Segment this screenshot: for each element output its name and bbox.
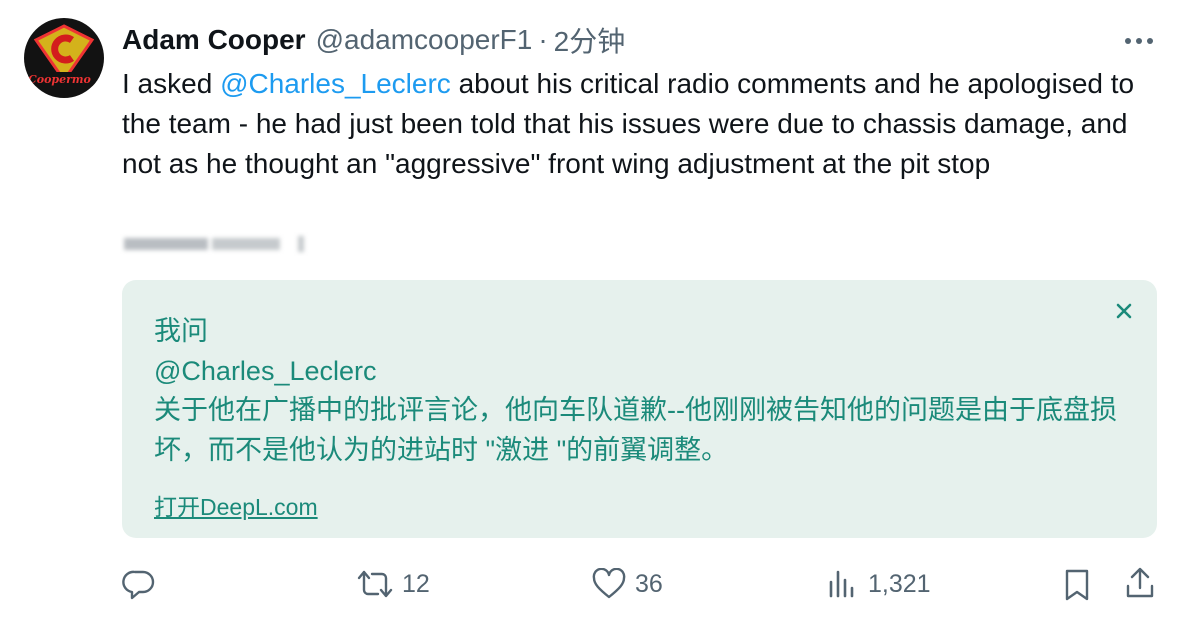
deepl-link[interactable]: 打开DeepL.com bbox=[154, 488, 318, 522]
translation-body: 关于他在广播中的批评言论，他向车队道歉--他刚刚被告知他的问题是由于底盘损坏，而… bbox=[154, 395, 1117, 465]
views-button[interactable]: 1,321 bbox=[826, 568, 931, 600]
bookmark-button[interactable] bbox=[1062, 568, 1092, 602]
avatar-logo-icon bbox=[24, 18, 104, 98]
translation-text: 我问 @Charles_Leclerc 关于他在广播中的批评言论，他向车队道歉-… bbox=[154, 312, 1134, 470]
tweet-header: Adam Cooper @adamcooperF1 · 2分钟 bbox=[122, 20, 625, 60]
heart-icon bbox=[592, 568, 626, 599]
action-bar: 12 36 1,321 bbox=[0, 560, 1186, 610]
mention-link[interactable]: @Charles_Leclerc bbox=[220, 68, 451, 99]
more-icon bbox=[1125, 38, 1153, 44]
reply-button[interactable] bbox=[122, 568, 156, 600]
blurred-content bbox=[120, 232, 320, 256]
more-options-button[interactable] bbox=[1122, 26, 1156, 56]
separator-dot: · bbox=[538, 24, 548, 55]
translation-line: 我问 bbox=[154, 316, 208, 346]
retweet-button[interactable]: 12 bbox=[356, 568, 430, 600]
tweet-time[interactable]: 2分钟 bbox=[554, 20, 626, 60]
views-count: 1,321 bbox=[868, 569, 931, 598]
author-name[interactable]: Adam Cooper bbox=[122, 24, 306, 56]
translation-panel: 我问 @Charles_Leclerc 关于他在广播中的批评言论，他向车队道歉-… bbox=[122, 280, 1157, 538]
views-icon bbox=[829, 570, 854, 598]
retweet-count: 12 bbox=[402, 569, 430, 598]
like-count: 36 bbox=[635, 569, 663, 598]
bookmark-icon bbox=[1065, 569, 1089, 601]
like-button[interactable]: 36 bbox=[591, 568, 663, 600]
avatar[interactable]: Coopermo bbox=[24, 18, 104, 98]
tweet-text-start: I asked bbox=[122, 68, 221, 99]
share-button[interactable] bbox=[1124, 566, 1156, 600]
tweet-text: I asked @Charles_Leclerc about his criti… bbox=[122, 64, 1152, 184]
retweet-icon bbox=[357, 570, 393, 598]
author-handle[interactable]: @adamcooperF1 bbox=[316, 24, 533, 56]
translation-mention: @Charles_Leclerc bbox=[154, 355, 377, 386]
share-icon bbox=[1126, 567, 1154, 598]
reply-icon bbox=[122, 570, 155, 600]
avatar-logo-text: Coopermo bbox=[28, 73, 91, 86]
